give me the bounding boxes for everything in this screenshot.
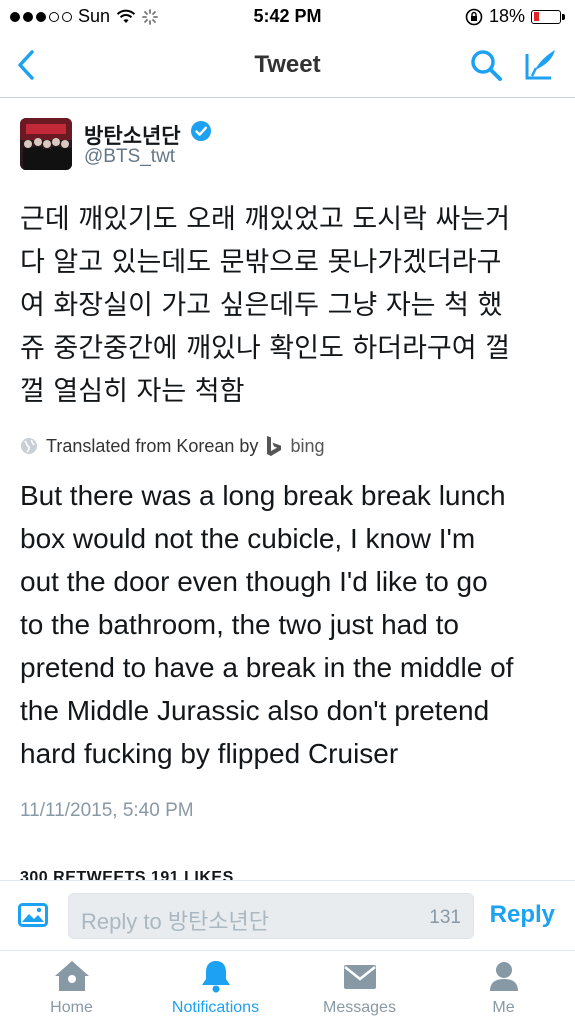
reply-button[interactable]: Reply	[490, 901, 555, 929]
verified-badge-icon	[191, 121, 211, 141]
status-right: 18%	[465, 6, 565, 27]
tab-messages[interactable]: Messages	[288, 959, 431, 1023]
battery-icon	[531, 9, 565, 24]
nav-bar: Tweet	[0, 34, 575, 98]
tweet-stats[interactable]: 300 RETWEETS 191 LIKES	[20, 869, 234, 880]
tab-home-label: Home	[50, 999, 93, 1016]
globe-icon	[21, 438, 37, 454]
tab-home[interactable]: Home	[0, 959, 143, 1023]
translated-line: out the door even though I'd like to go	[20, 566, 488, 597]
compose-icon[interactable]	[523, 46, 559, 82]
battery-percent: 18%	[488, 6, 525, 26]
orientation-lock-icon	[465, 8, 483, 25]
tab-notifications[interactable]: Notifications	[144, 959, 287, 1023]
tweet-line: 여 화장실이 가고 싶은데두 그냥 자는 척 했	[20, 290, 503, 321]
reply-char-count: 131	[429, 907, 461, 928]
tweet-original-text: 근데 깨있기도 오래 깨있었고 도시락 싸는거 다 알고 있는데도 문밖으로 못…	[20, 198, 560, 413]
tab-notifications-label: Notifications	[171, 999, 260, 1016]
bing-logo-icon	[267, 436, 282, 456]
reply-bar: Reply to 방탄소년단 131 Reply	[0, 880, 575, 950]
tab-messages-label: Messages	[323, 999, 396, 1016]
person-icon	[489, 962, 518, 991]
envelope-icon	[343, 965, 376, 989]
translated-line: pretend to have a break in the middle of	[20, 652, 514, 683]
tweet-line: 쥬 중간중간에 깨있나 확인도 하더라구여 껄	[20, 333, 511, 364]
tweet-line: 다 알고 있는데도 문밖으로 못나가겠더라구	[20, 247, 502, 278]
tab-me[interactable]: Me	[432, 959, 575, 1023]
bell-icon	[201, 961, 230, 993]
translated-line: box would not the cubicle, I know I'm	[20, 523, 476, 554]
photo-icon[interactable]	[18, 903, 48, 927]
reply-input[interactable]: Reply to 방탄소년단 131	[68, 893, 474, 939]
translated-line: the Middle Jurassic also don't pretend	[20, 695, 490, 726]
status-bar: Sun 5:42 PM 18%	[0, 0, 575, 34]
translated-line: to the bathroom, the two just had to	[20, 609, 459, 640]
tweet-translated-text: But there was a long break break lunch b…	[20, 474, 565, 775]
tweet-timestamp: 11/11/2015, 5:40 PM	[20, 800, 194, 821]
author-handle[interactable]: @BTS_twt	[84, 146, 175, 168]
tab-bar: Home Notifications Messages Me	[0, 950, 575, 1024]
avatar[interactable]	[20, 118, 72, 170]
translated-line: hard fucking by flipped Cruiser	[20, 738, 399, 769]
translated-from-label: Translated from Korean by	[46, 435, 259, 456]
home-icon	[54, 961, 89, 991]
search-icon[interactable]	[469, 48, 503, 82]
stats-text: 300 RETWEETS 191 LIKES	[20, 869, 234, 880]
tab-me-label: Me	[492, 999, 515, 1016]
reply-placeholder: Reply to 방탄소년단	[81, 909, 270, 934]
translator-name: bing	[290, 435, 325, 456]
translated-line: But there was a long break break lunch	[20, 480, 506, 511]
translation-attribution[interactable]: Translated from Korean by bing	[20, 432, 324, 460]
tweet-line: 껄 열심히 자는 척함	[20, 376, 245, 407]
tweet-line: 근데 깨있기도 오래 깨있었고 도시락 싸는거	[20, 204, 511, 235]
